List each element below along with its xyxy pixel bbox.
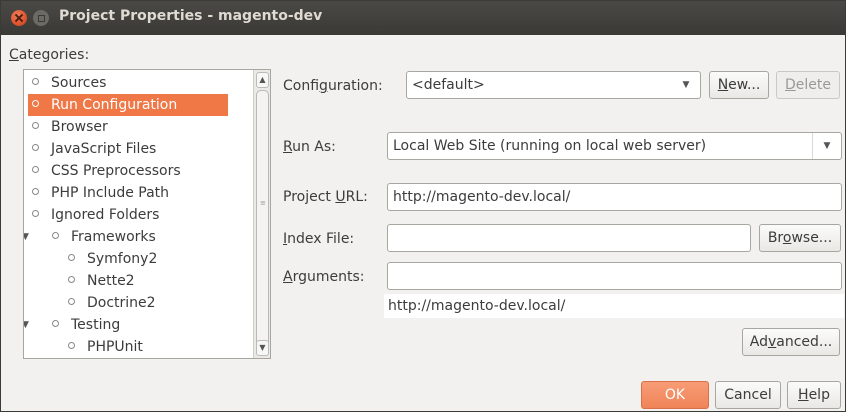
title-bar: Project Properties - magento-dev xyxy=(1,1,845,35)
chevron-down-icon[interactable]: ▼ xyxy=(812,133,841,159)
tree-bullet-icon xyxy=(32,209,39,217)
categories-label: Categories: xyxy=(9,47,90,63)
tree-item-phpunit[interactable]: PHPUnit xyxy=(24,336,143,358)
tree-bullet-icon xyxy=(32,121,39,129)
configuration-label: Configuration: xyxy=(283,78,383,94)
tree-item-symfony2[interactable]: Symfony2 xyxy=(24,248,157,270)
tree-bullet-icon xyxy=(32,165,39,173)
tree-item-php-include-path[interactable]: PHP Include Path xyxy=(24,182,169,204)
scroll-up-icon[interactable]: ▲ xyxy=(256,72,269,88)
index-file-input[interactable] xyxy=(387,224,751,252)
expand-arrow-icon[interactable]: ▼ xyxy=(24,314,29,336)
help-button[interactable]: Help xyxy=(787,381,841,409)
tree-item-javascript-files[interactable]: JavaScript Files xyxy=(24,138,156,160)
run-as-label: Run As: xyxy=(283,139,336,155)
tree-bullet-icon xyxy=(52,231,59,239)
run-as-combo[interactable]: Local Web Site (running on local web ser… xyxy=(387,132,842,160)
tree-item-run-configuration[interactable]: Run Configuration xyxy=(28,94,228,116)
close-window-icon[interactable] xyxy=(11,10,27,26)
configuration-value: <default> xyxy=(412,77,485,93)
new-configuration-button[interactable]: New... xyxy=(709,71,769,99)
project-url-input[interactable]: http://magento-dev.local/ xyxy=(387,183,842,211)
minimize-window-icon[interactable] xyxy=(33,10,49,26)
tree-item-nette2[interactable]: Nette2 xyxy=(24,270,135,292)
tree-scrollbar[interactable]: ▲ ≡ ▼ xyxy=(253,70,270,358)
project-properties-dialog: Project Properties - magento-dev Categor… xyxy=(0,0,846,412)
tree-bullet-icon xyxy=(32,77,39,85)
tree-bullet-icon xyxy=(32,99,39,107)
tree-item-frameworks[interactable]: ▼Frameworks xyxy=(24,226,156,248)
ok-button[interactable]: OK xyxy=(641,381,709,409)
delete-configuration-button[interactable]: Delete xyxy=(776,71,840,99)
tree-item-doctrine2[interactable]: Doctrine2 xyxy=(24,292,156,314)
scroll-down-icon[interactable]: ▼ xyxy=(256,340,269,356)
chevron-down-icon[interactable]: ▼ xyxy=(672,72,700,98)
grip-icon: ≡ xyxy=(260,199,266,207)
tree-item-browser[interactable]: Browser xyxy=(24,116,108,138)
expand-arrow-icon[interactable]: ▼ xyxy=(24,226,29,248)
tree-bullet-icon xyxy=(68,297,75,305)
project-url-label: Project URL: xyxy=(283,189,368,205)
tree-item-ignored-folders[interactable]: Ignored Folders xyxy=(24,204,159,226)
tree-bullet-icon xyxy=(68,253,75,261)
tree-item-sources[interactable]: Sources xyxy=(24,72,264,94)
arguments-input[interactable] xyxy=(387,262,842,290)
tree-bullet-icon xyxy=(68,275,75,283)
tree-bullet-icon xyxy=(68,341,75,349)
window-title: Project Properties - magento-dev xyxy=(59,8,323,24)
cancel-button[interactable]: Cancel xyxy=(715,381,781,409)
tree-bullet-icon xyxy=(32,187,39,195)
scrollbar-thumb[interactable]: ≡ xyxy=(256,90,269,352)
index-file-label: Index File: xyxy=(283,231,355,247)
tree-bullet-icon xyxy=(52,319,59,327)
resolved-url-text: http://magento-dev.local/ xyxy=(388,298,566,314)
tree-item-testing[interactable]: ▼Testing xyxy=(24,314,120,336)
arguments-label: Arguments: xyxy=(283,269,365,285)
advanced-button[interactable]: Advanced... xyxy=(742,328,840,356)
browse-button[interactable]: Browse... xyxy=(759,224,841,252)
run-as-value: Local Web Site (running on local web ser… xyxy=(393,138,707,154)
tree-bullet-icon xyxy=(32,143,39,151)
categories-tree[interactable]: Sources Run Configuration Browser JavaSc… xyxy=(23,69,271,359)
configuration-combo[interactable]: <default> ▼ xyxy=(406,71,701,99)
tree-item-css-preprocessors[interactable]: CSS Preprocessors xyxy=(24,160,181,182)
